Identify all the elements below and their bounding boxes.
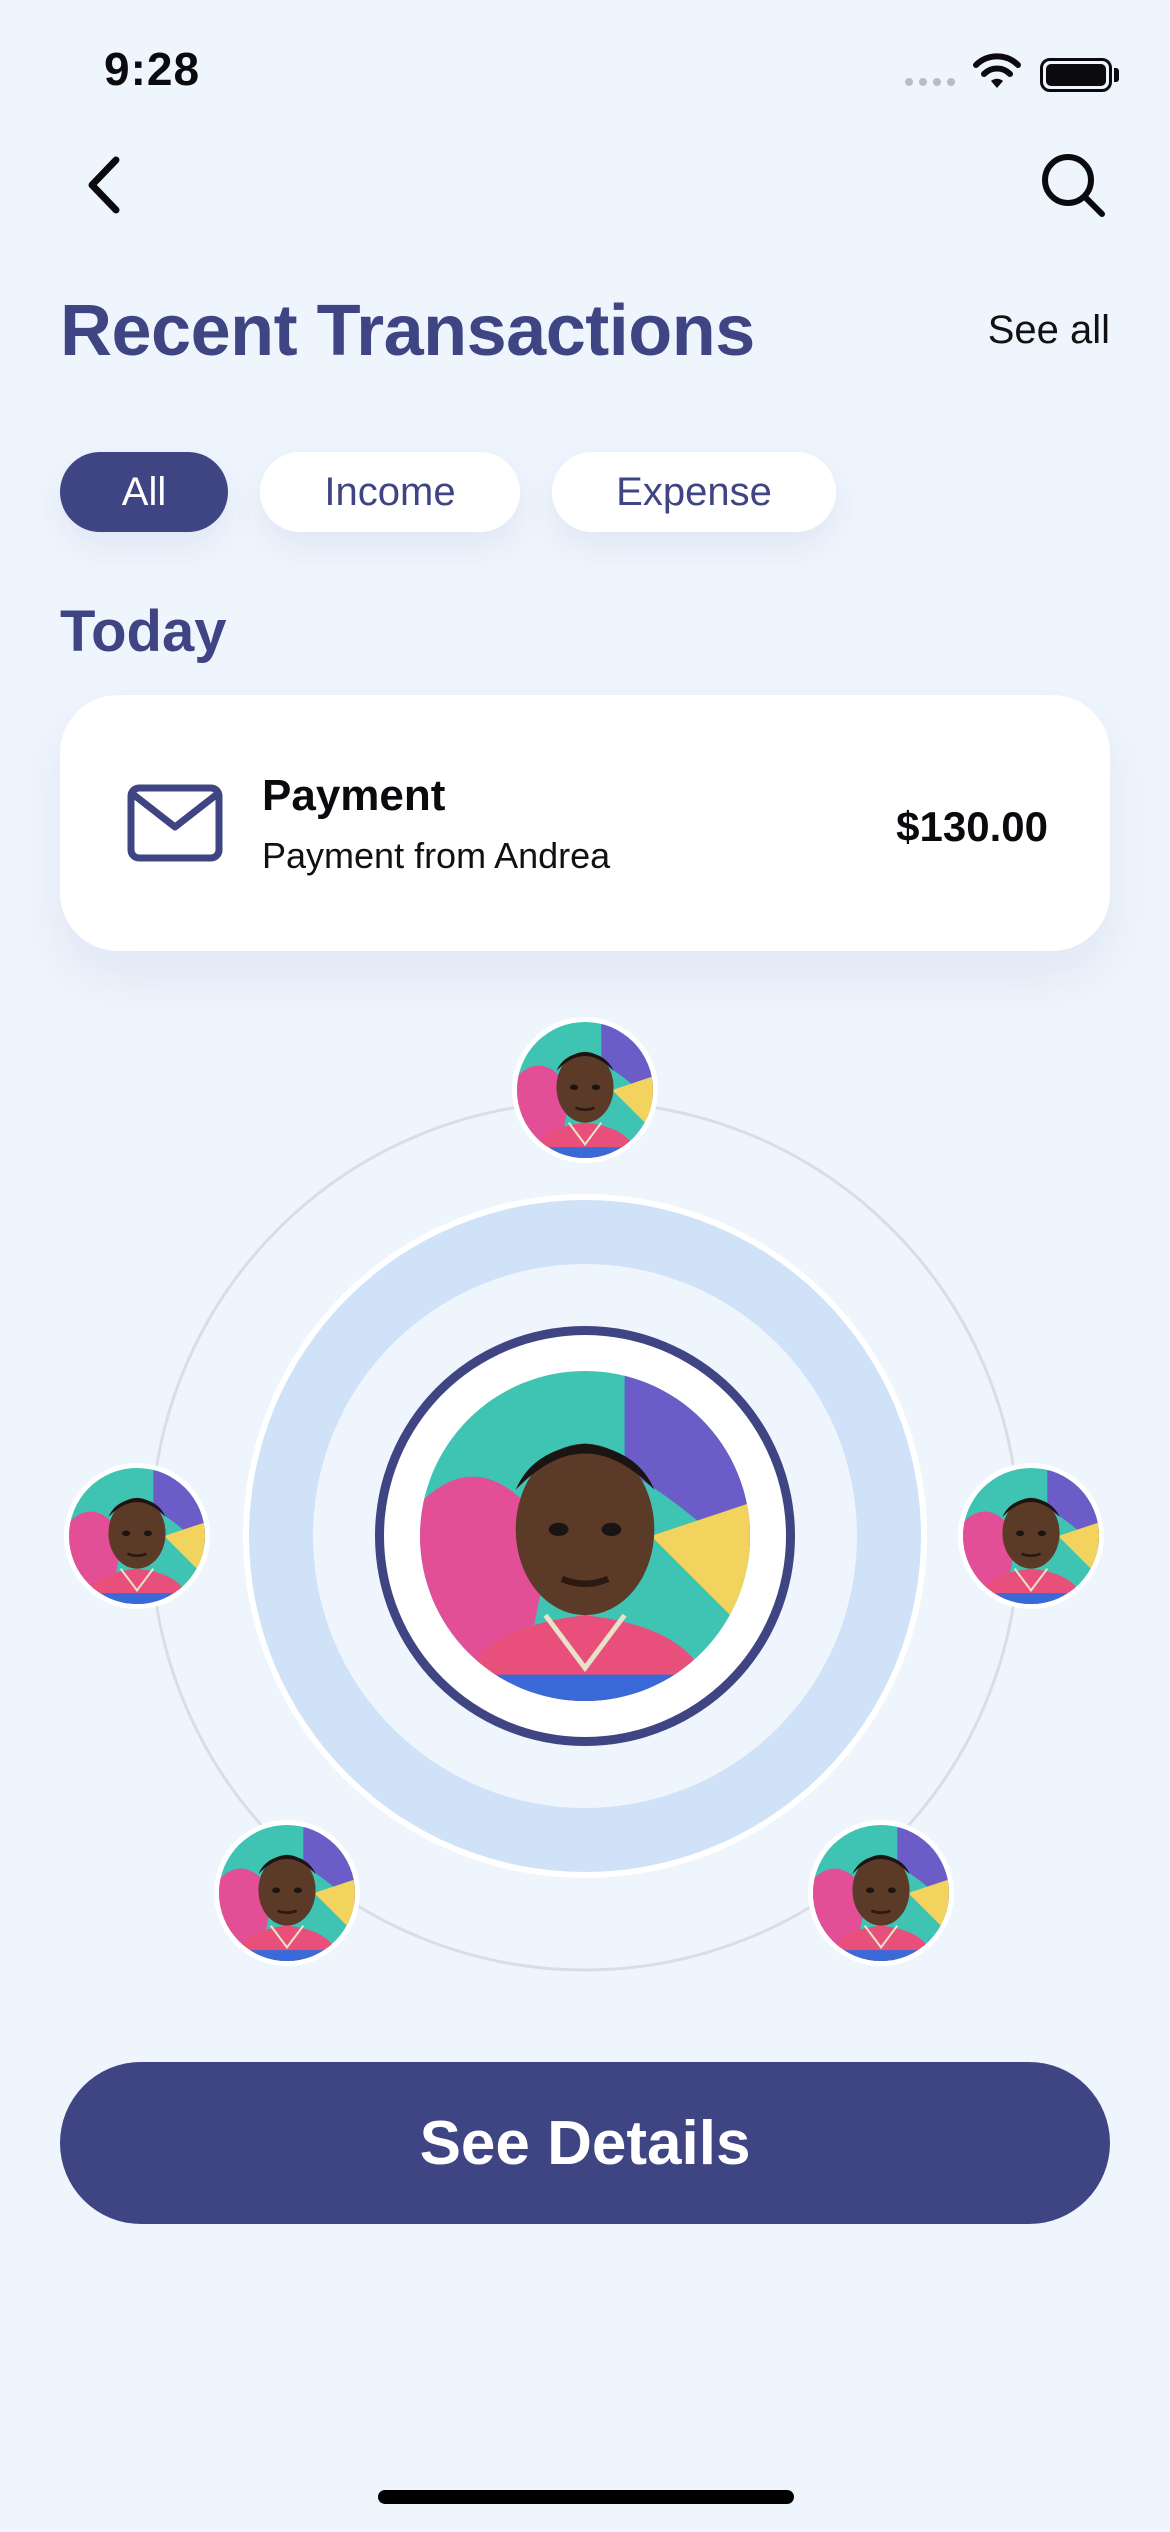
search-icon[interactable] — [1038, 150, 1108, 220]
transaction-subtitle: Payment from Andrea — [262, 835, 611, 876]
transaction-amount: $130.00 — [896, 803, 1048, 850]
main-avatar — [420, 1371, 750, 1701]
contact-avatar-top[interactable] — [512, 1017, 658, 1163]
mail-icon — [127, 784, 223, 862]
back-chevron-icon[interactable] — [78, 150, 134, 220]
battery-icon — [1040, 58, 1112, 92]
home-indicator — [378, 2490, 794, 2504]
filter-chip-expense[interactable]: Expense — [552, 452, 836, 532]
transaction-title: Payment — [262, 771, 446, 820]
filter-chip-income[interactable]: Income — [260, 452, 520, 532]
transaction-card[interactable]: Payment Payment from Andrea $130.00 — [60, 695, 1110, 951]
contact-avatar-right[interactable] — [958, 1463, 1104, 1609]
contact-avatar-left[interactable] — [64, 1463, 210, 1609]
contact-avatar-bottom-left[interactable] — [214, 1820, 360, 1966]
cellular-signal-icon — [905, 78, 955, 86]
section-title-today: Today — [60, 599, 227, 664]
wifi-icon — [973, 53, 1021, 88]
see-all-link[interactable]: See all — [988, 308, 1110, 353]
page-title: Recent Transactions — [60, 291, 755, 371]
battery-tip — [1114, 68, 1119, 82]
status-time: 9:28 — [104, 43, 201, 95]
filter-chip-all[interactable]: All — [60, 452, 228, 532]
contact-avatar-bottom-right[interactable] — [808, 1820, 954, 1966]
see-details-button[interactable]: See Details — [60, 2062, 1110, 2224]
